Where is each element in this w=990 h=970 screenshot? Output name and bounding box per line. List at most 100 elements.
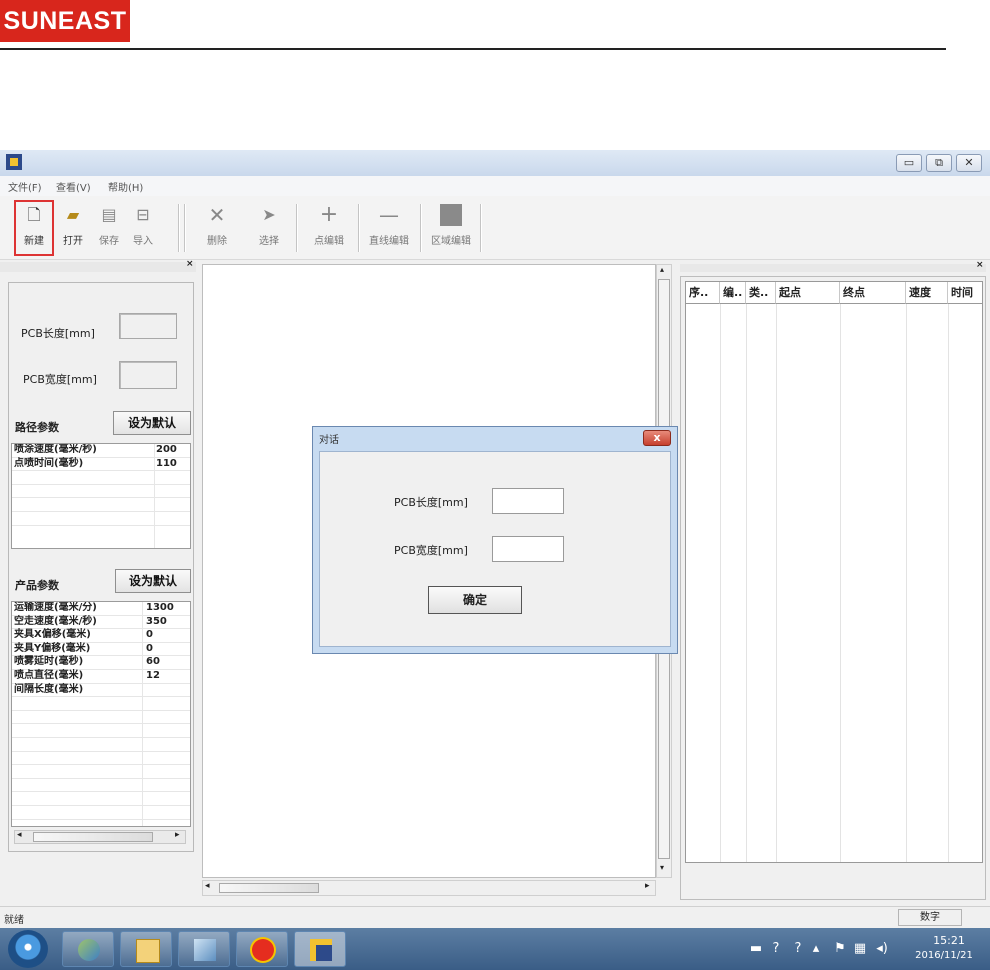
- column-header-end[interactable]: 终点: [840, 282, 906, 304]
- parameter-panel: PCB长度[mm] PCB宽度[mm] 路径参数 设为默认 喷涂速度(毫米/秒)…: [8, 282, 194, 852]
- column-header-start[interactable]: 起点: [776, 282, 840, 304]
- menu-view[interactable]: 查看(V): [56, 179, 91, 194]
- table-row[interactable]: [12, 779, 190, 793]
- menu-help[interactable]: 帮助(H): [108, 179, 143, 194]
- minimize-button[interactable]: ▭: [896, 154, 922, 172]
- toolbar-separator: [420, 204, 422, 252]
- dialog-pcb-length-input[interactable]: [492, 488, 564, 514]
- document-app-icon: [194, 939, 216, 961]
- column-header-speed[interactable]: 速度: [906, 282, 948, 304]
- canvas-hscrollbar[interactable]: ◂ ▸: [202, 880, 656, 896]
- clock-date[interactable]: 2016/11/21: [904, 950, 984, 961]
- table-row[interactable]: [12, 471, 190, 485]
- network-icon[interactable]: ▦: [852, 941, 868, 957]
- table-row[interactable]: [12, 697, 190, 711]
- line-edit-button[interactable]: — 直线编辑: [362, 202, 416, 254]
- start-button[interactable]: [8, 930, 48, 968]
- scroll-left-arrow-icon[interactable]: ◂: [205, 881, 210, 891]
- path-set-default-button[interactable]: 设为默认: [113, 411, 191, 435]
- clock-time[interactable]: 15:21: [916, 934, 982, 947]
- new-button[interactable]: 🗋 新建: [14, 200, 54, 256]
- table-row[interactable]: [12, 711, 190, 725]
- taskbar-app-button[interactable]: [236, 931, 288, 967]
- dialog-body: PCB长度[mm] PCB宽度[mm] 确定: [319, 451, 671, 647]
- scroll-right-arrow-icon[interactable]: ▸: [645, 881, 650, 891]
- pcb-width-field[interactable]: [119, 361, 177, 389]
- table-row[interactable]: 喷点直径(毫米) 12: [12, 670, 190, 684]
- table-row[interactable]: [12, 752, 190, 766]
- menu-file[interactable]: 文件(F): [8, 179, 42, 194]
- scroll-thumb[interactable]: [33, 832, 153, 842]
- scroll-left-arrow-icon[interactable]: ◂: [17, 830, 22, 840]
- folder-icon: [136, 939, 160, 963]
- import-button[interactable]: ⊟ 导入: [124, 202, 162, 254]
- pcb-size-dialog: 对话 x PCB长度[mm] PCB宽度[mm] 确定: [312, 426, 678, 654]
- column-header-id[interactable]: 编..: [720, 282, 746, 304]
- column-divider: [720, 304, 721, 862]
- taskbar-app-button[interactable]: [62, 931, 114, 967]
- save-button[interactable]: ▤ 保存: [90, 202, 128, 254]
- dialog-close-button[interactable]: x: [643, 430, 671, 446]
- column-header-index[interactable]: 序..: [686, 282, 720, 304]
- table-row[interactable]: 喷雾延时(毫秒) 60: [12, 656, 190, 670]
- area-edit-button[interactable]: 区域编辑: [424, 202, 478, 254]
- select-button[interactable]: ➤ 选择: [250, 202, 288, 254]
- open-button[interactable]: ▰ 打开: [54, 202, 92, 254]
- dialog-title: 对话: [319, 435, 339, 446]
- table-row[interactable]: 间隔长度(毫米): [12, 684, 190, 698]
- pcb-length-field[interactable]: [119, 313, 177, 339]
- table-row[interactable]: [12, 724, 190, 738]
- left-panel-hscrollbar[interactable]: ◂ ▸: [14, 830, 186, 844]
- volume-icon[interactable]: ◂): [874, 941, 890, 957]
- table-row[interactable]: 空走速度(毫米/秒) 350: [12, 616, 190, 630]
- product-set-default-button[interactable]: 设为默认: [115, 569, 191, 593]
- table-row[interactable]: [12, 765, 190, 779]
- scroll-up-arrow-icon[interactable]: ▴: [660, 265, 664, 274]
- save-icon: ▤: [101, 205, 117, 224]
- flag-icon[interactable]: ⚑: [832, 941, 848, 957]
- param-name: 夹具Y偏移(毫米): [14, 642, 91, 654]
- table-row[interactable]: [12, 806, 190, 820]
- help-icon[interactable]: ?: [768, 941, 784, 957]
- param-name: 间隔长度(毫米): [14, 683, 84, 695]
- column-header-type[interactable]: 类..: [746, 282, 776, 304]
- delete-x-icon: ✕: [208, 203, 226, 227]
- restore-button[interactable]: ⧉: [926, 154, 952, 172]
- keyboard-icon[interactable]: ▬: [748, 941, 764, 957]
- table-row[interactable]: [12, 738, 190, 752]
- column-header-time[interactable]: 时间: [948, 282, 982, 304]
- question-icon[interactable]: ?: [790, 941, 806, 957]
- table-row[interactable]: 夹具X偏移(毫米) 0: [12, 629, 190, 643]
- suneast-app-icon: [310, 939, 332, 961]
- table-row[interactable]: 运输速度(毫米/分) 1300: [12, 602, 190, 616]
- param-value: 0: [146, 629, 153, 641]
- table-row[interactable]: [12, 498, 190, 512]
- left-panel-close-icon[interactable]: ×: [186, 259, 194, 269]
- taskbar-app-button[interactable]: [120, 931, 172, 967]
- delete-button[interactable]: ✕ 删除: [198, 202, 236, 254]
- right-panel-close-icon[interactable]: ×: [976, 260, 984, 270]
- table-row[interactable]: [12, 792, 190, 806]
- dialog-ok-button[interactable]: 确定: [428, 586, 522, 614]
- table-row[interactable]: 夹具Y偏移(毫米) 0: [12, 643, 190, 657]
- app-icon: [6, 154, 22, 170]
- delete-button-label: 删除: [207, 236, 227, 247]
- point-edit-button[interactable]: + 点编辑: [306, 202, 352, 254]
- table-row[interactable]: 点喷时间(毫秒) 110: [12, 458, 190, 472]
- param-name: 运输速度(毫米/分): [14, 602, 97, 613]
- title-bar[interactable]: ▭ ⧉ ✕: [0, 150, 990, 176]
- taskbar-app-button[interactable]: [178, 931, 230, 967]
- scroll-right-arrow-icon[interactable]: ▸: [175, 830, 180, 840]
- cursor-arrow-icon: ➤: [262, 205, 276, 224]
- scroll-thumb[interactable]: [219, 883, 319, 893]
- table-row[interactable]: [12, 512, 190, 526]
- chevron-up-icon[interactable]: ▴: [808, 941, 824, 957]
- table-row[interactable]: 喷涂速度(毫米/秒) 200: [12, 444, 190, 458]
- table-row[interactable]: [12, 485, 190, 499]
- scroll-down-arrow-icon[interactable]: ▾: [660, 863, 664, 872]
- header-rule: [0, 48, 946, 50]
- close-button[interactable]: ✕: [956, 154, 982, 172]
- dialog-pcb-width-input[interactable]: [492, 536, 564, 562]
- taskbar-app-button-active[interactable]: [294, 931, 346, 967]
- num-lock-indicator: 数字: [898, 909, 962, 926]
